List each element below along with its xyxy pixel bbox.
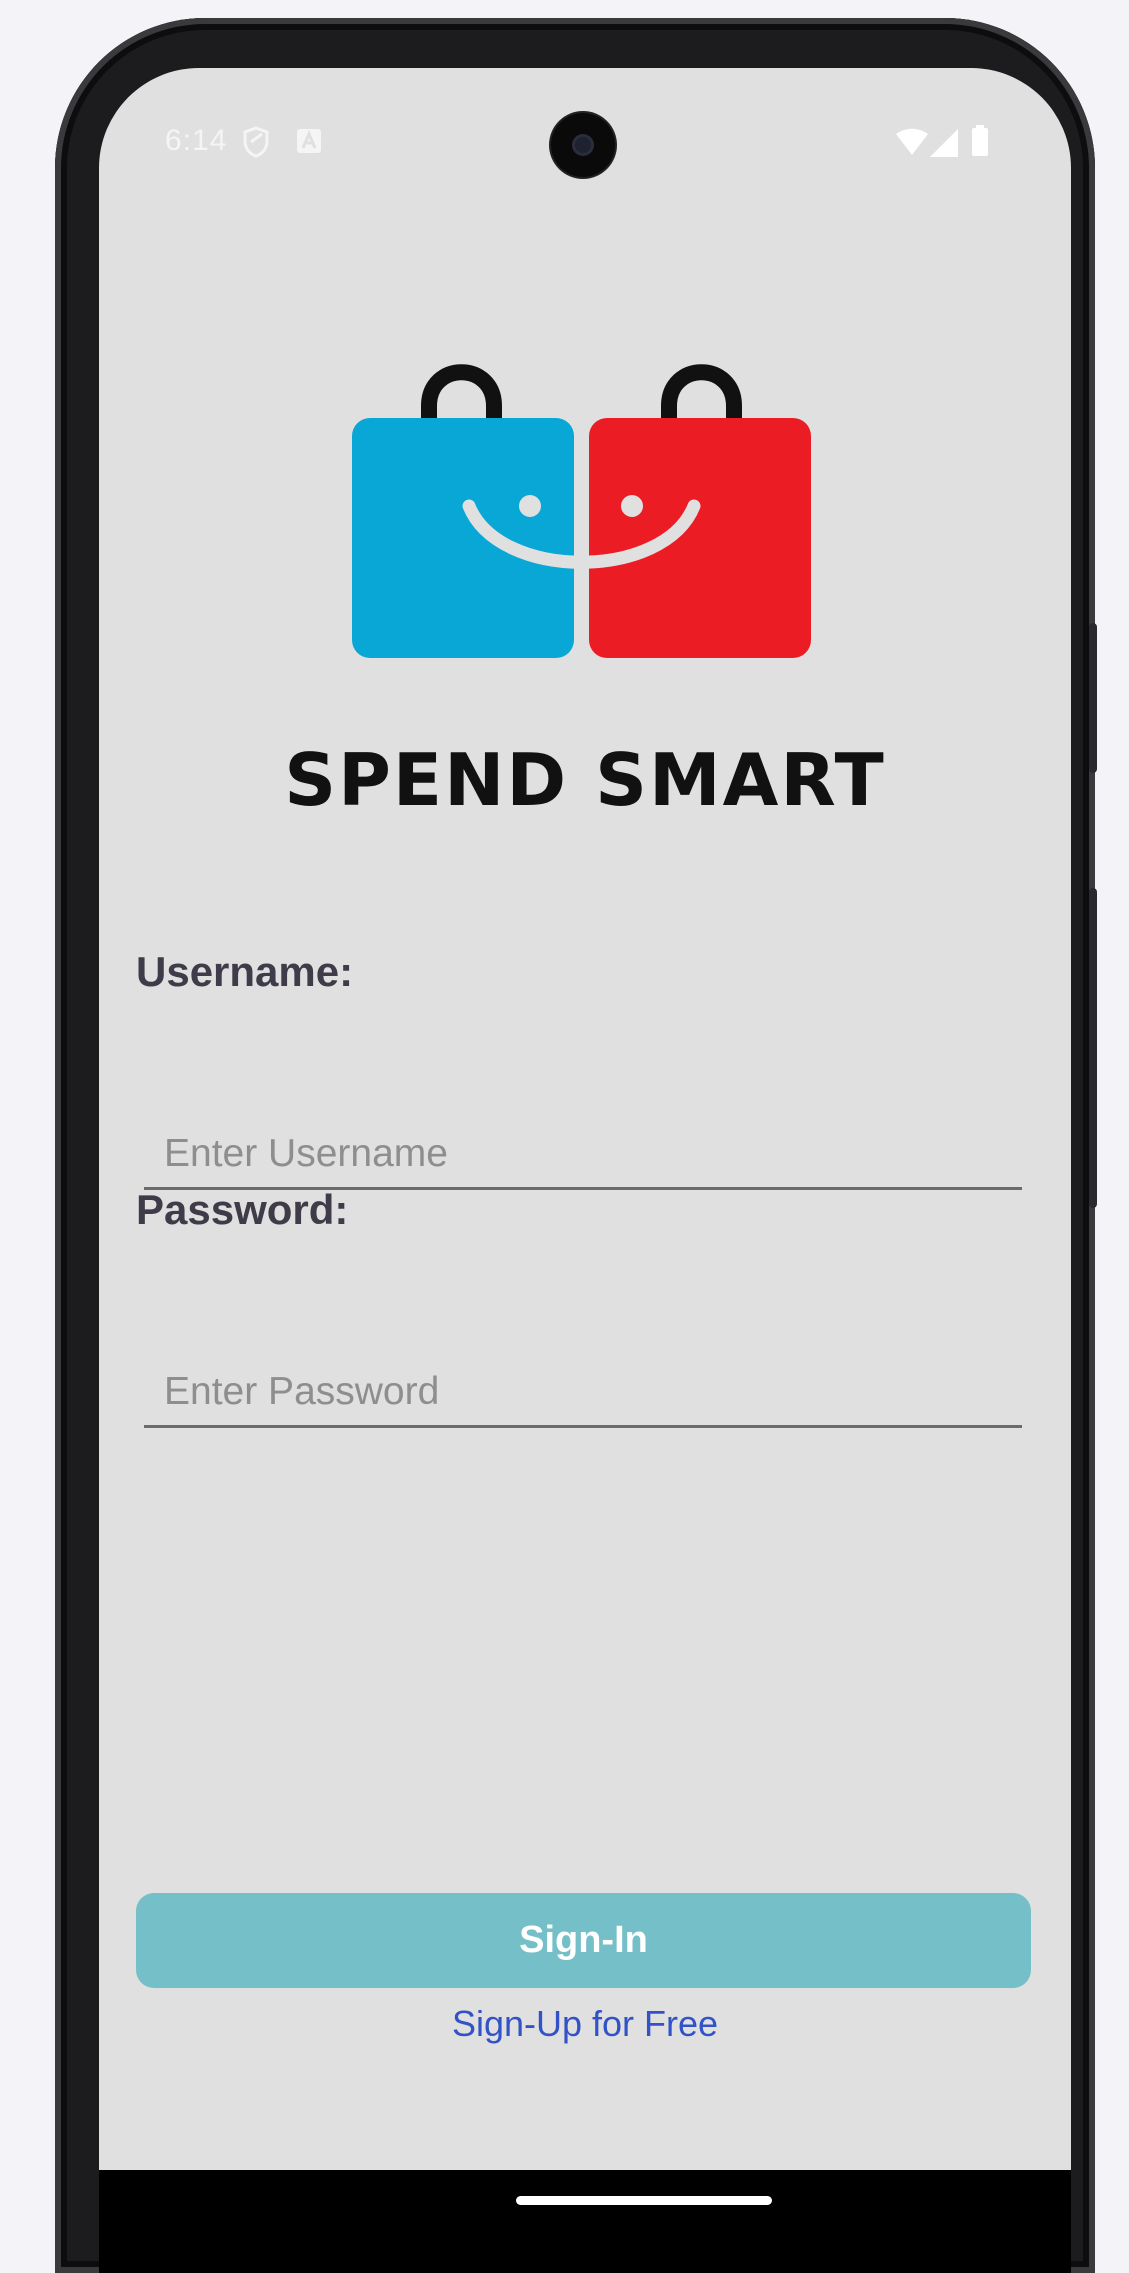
brand-name: SPEND SMART bbox=[284, 738, 886, 822]
home-indicator[interactable] bbox=[516, 2196, 772, 2205]
power-button bbox=[1089, 623, 1097, 773]
wifi-icon bbox=[895, 128, 929, 161]
a-badge-icon bbox=[296, 128, 322, 159]
username-label: Username: bbox=[136, 948, 354, 995]
sign-in-button[interactable]: Sign-In bbox=[136, 1893, 1031, 1988]
volume-button bbox=[1089, 888, 1097, 1208]
shield-icon bbox=[242, 126, 270, 163]
navigation-bar bbox=[99, 2170, 1071, 2273]
signal-icon bbox=[929, 128, 959, 163]
battery-icon bbox=[971, 125, 989, 162]
app-screen: 6:14 SPEND SMART Username: Password: Sig… bbox=[99, 68, 1071, 2188]
sign-up-link[interactable]: Sign-Up for Free bbox=[99, 2003, 1071, 2045]
username-input[interactable] bbox=[144, 1120, 1022, 1190]
password-input[interactable] bbox=[144, 1358, 1022, 1428]
spend-smart-logo bbox=[352, 364, 811, 658]
front-camera bbox=[551, 113, 615, 177]
status-time: 6:14 bbox=[165, 124, 228, 157]
password-label: Password: bbox=[136, 1186, 349, 1233]
